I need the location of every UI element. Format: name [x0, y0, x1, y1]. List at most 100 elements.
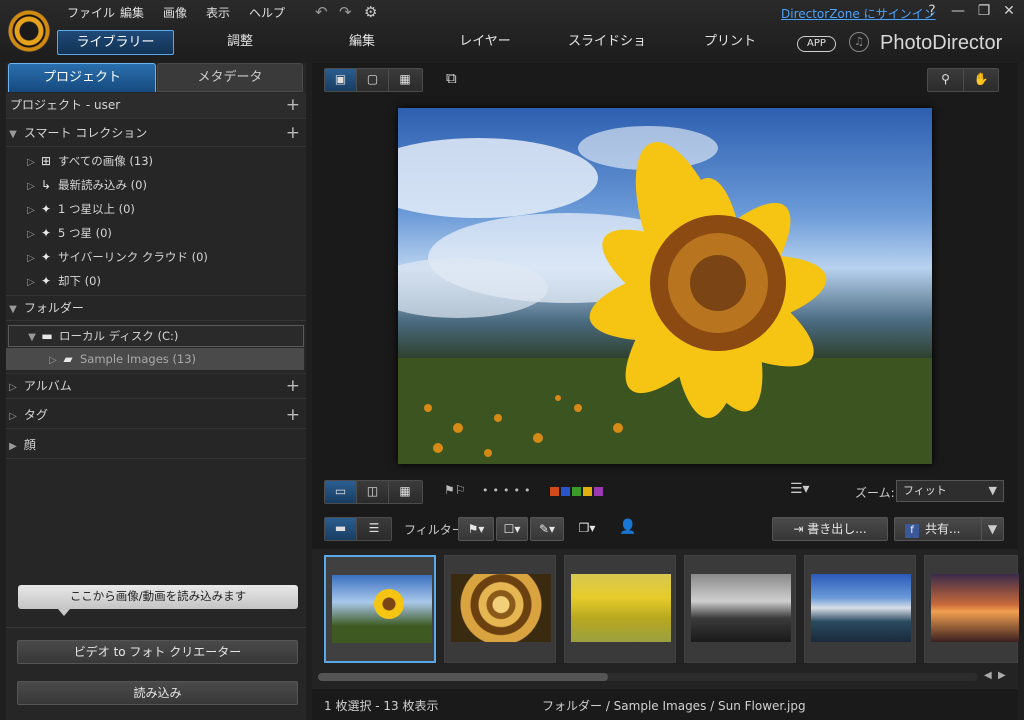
undo-icon[interactable]: ↶	[315, 3, 328, 21]
add-tag-icon[interactable]: +	[286, 403, 300, 428]
collapse-triangle-icon[interactable]: ▼	[25, 328, 39, 348]
help-button[interactable]: ?	[922, 3, 942, 19]
browser-single-icon[interactable]: ▭	[325, 481, 357, 503]
import-icon: ↳	[40, 178, 52, 192]
project-row[interactable]: プロジェクト - user +	[6, 93, 306, 119]
color-label-blue[interactable]	[561, 487, 570, 496]
stack-dropdown[interactable]: ❐▾	[572, 517, 602, 541]
zoom-tool-icon[interactable]: ⚲	[928, 69, 964, 91]
smart-item-rejected[interactable]: ▷ ✦ 却下 (0)	[6, 269, 306, 293]
directorzone-signin-link[interactable]: DirectorZone にサインイン	[781, 5, 936, 22]
expand-triangle-icon[interactable]: ▷	[24, 247, 38, 271]
tab-project[interactable]: プロジェクト	[8, 63, 156, 92]
folder-header[interactable]: ▼ フォルダー	[6, 295, 306, 321]
list-view-icon[interactable]: ☰	[357, 518, 391, 540]
chevron-down-icon[interactable]: ▼	[981, 518, 1003, 540]
face-header[interactable]: ▶ 顔	[6, 433, 306, 459]
app-badge[interactable]: APP	[797, 36, 836, 52]
menu-image[interactable]: 画像	[163, 4, 187, 21]
expand-triangle-icon[interactable]: ▷	[24, 271, 38, 295]
thumbnail-scrollbar[interactable]	[318, 673, 978, 681]
smart-item-all-images[interactable]: ▷ ⊞ すべての画像 (13)	[6, 149, 306, 173]
smart-item-cloud[interactable]: ▷ ✦ サイバーリンク クラウド (0)	[6, 245, 306, 269]
thumbnail-view-icon[interactable]: ▬	[325, 518, 357, 540]
export-button[interactable]: ⇥ 書き出し...	[772, 517, 888, 541]
collapse-triangle-icon[interactable]: ▼	[6, 122, 20, 147]
flag-filter-dropdown[interactable]: ⚑▾	[458, 517, 494, 541]
expand-triangle-icon[interactable]: ▶	[6, 434, 20, 459]
browser-grid-icon[interactable]: ▦	[389, 481, 421, 503]
tab-library[interactable]: ライブラリー	[57, 30, 174, 55]
tab-slideshow[interactable]: スライドショー	[562, 30, 652, 73]
scroll-right-icon[interactable]: ▶	[998, 670, 1006, 681]
scroll-left-icon[interactable]: ◀	[984, 670, 992, 681]
thumbnail-mountain-lake[interactable]	[804, 555, 916, 663]
scrollbar-thumb[interactable]	[318, 673, 608, 681]
add-person-icon[interactable]: 👤	[619, 519, 636, 535]
view-compare-icon[interactable]: ▢	[357, 69, 389, 91]
tag-header[interactable]: ▷ タグ +	[6, 403, 306, 429]
thumbnail-sunflower[interactable]	[324, 555, 436, 663]
notification-icon[interactable]: ♫	[849, 32, 869, 52]
add-album-icon[interactable]: +	[286, 374, 300, 399]
expand-triangle-icon[interactable]: ▷	[46, 350, 60, 372]
restore-icon[interactable]: ❐	[974, 3, 994, 19]
close-icon[interactable]: ✕	[999, 3, 1019, 19]
video-to-photo-button[interactable]: ビデオ to フォト クリエーター	[17, 640, 298, 664]
menu-help[interactable]: ヘルプ	[249, 4, 285, 21]
expand-triangle-icon[interactable]: ▷	[24, 223, 38, 247]
thumbnail-boat[interactable]	[684, 555, 796, 663]
thumbnail-image	[931, 574, 1019, 642]
expand-triangle-icon[interactable]: ▷	[24, 151, 38, 175]
smart-collection-header[interactable]: ▼ スマート コレクション +	[6, 121, 306, 147]
second-monitor-icon[interactable]: ⧉	[446, 69, 470, 91]
star-rating-dots[interactable]: •••••	[482, 484, 534, 497]
menu-file[interactable]: ファイル	[67, 4, 115, 21]
smart-item-recent-import[interactable]: ▷ ↳ 最新読み込み (0)	[6, 173, 306, 197]
tab-metadata[interactable]: メタデータ	[157, 63, 303, 92]
app-logo-icon	[8, 10, 50, 52]
import-button[interactable]: 読み込み	[17, 681, 298, 705]
minimize-icon[interactable]: —	[948, 3, 968, 19]
thumbnail-bicycle[interactable]	[564, 555, 676, 663]
share-button[interactable]: f 共有... ▼	[894, 517, 1004, 541]
menu-edit[interactable]: 編集	[120, 4, 144, 21]
hand-tool-icon[interactable]: ✋	[964, 69, 998, 91]
tab-adjust[interactable]: 調整	[210, 30, 270, 55]
expand-triangle-icon[interactable]: ▷	[24, 175, 38, 199]
expand-triangle-icon[interactable]: ▷	[6, 404, 20, 429]
smart-item-label: サイバーリンク クラウド (0)	[58, 250, 208, 264]
menu-view[interactable]: 表示	[206, 4, 230, 21]
color-label-green[interactable]	[572, 487, 581, 496]
color-filter-dropdown[interactable]: ✎▾	[530, 517, 564, 541]
sample-images-folder[interactable]: ▷ ▰ Sample Images (13)	[6, 348, 304, 370]
drive-icon: ▬	[41, 329, 53, 343]
album-header[interactable]: ▷ アルバム +	[6, 373, 306, 399]
browser-dual-icon[interactable]: ◫	[357, 481, 389, 503]
add-project-icon[interactable]: +	[286, 93, 300, 118]
add-smart-collection-icon[interactable]: +	[286, 121, 300, 146]
redo-icon[interactable]: ↷	[339, 3, 352, 21]
photo-preview[interactable]	[398, 108, 932, 464]
local-disk-item[interactable]: ▼ ▬ ローカル ディスク (C:)	[8, 325, 304, 347]
expand-triangle-icon[interactable]: ▷	[6, 375, 20, 400]
tab-print[interactable]: プリント	[700, 30, 760, 55]
view-single-icon[interactable]: ▣	[325, 69, 357, 91]
thumbnail-spiral[interactable]	[444, 555, 556, 663]
color-label-red[interactable]	[550, 487, 559, 496]
tab-edit[interactable]: 編集	[332, 30, 392, 55]
thumbnail-sunset[interactable]	[924, 555, 1019, 663]
smart-item-five-star[interactable]: ▷ ✦ 5 つ星 (0)	[6, 221, 306, 245]
zoom-select[interactable]: フィット ▼	[896, 480, 1004, 502]
color-label-purple[interactable]	[594, 487, 603, 496]
expand-triangle-icon[interactable]: ▷	[24, 199, 38, 223]
tab-layer[interactable]: レイヤー	[455, 30, 515, 55]
sort-icon[interactable]: ☰▾	[790, 481, 810, 497]
flag-icon[interactable]: ⚑⚐	[444, 483, 466, 497]
rating-filter-dropdown[interactable]: ☐▾	[496, 517, 528, 541]
collapse-triangle-icon[interactable]: ▼	[6, 297, 20, 322]
color-label-yellow[interactable]	[583, 487, 592, 496]
gear-icon[interactable]: ⚙	[364, 3, 377, 21]
view-grid-icon[interactable]: ▦	[389, 69, 421, 91]
smart-item-one-star[interactable]: ▷ ✦ 1 つ星以上 (0)	[6, 197, 306, 221]
